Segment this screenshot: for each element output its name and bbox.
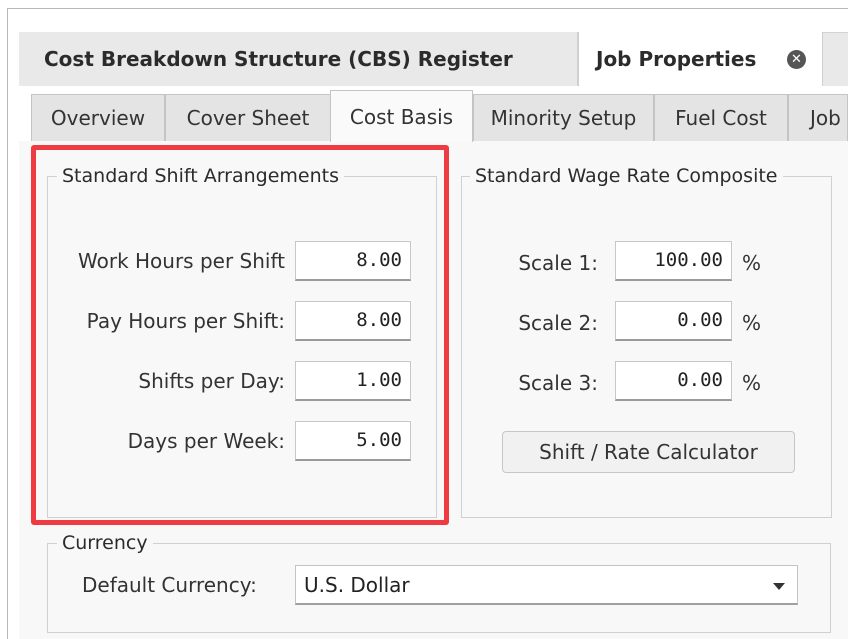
tab-fuel-cost[interactable]: Fuel Cost bbox=[654, 94, 788, 141]
default-currency-select[interactable]: U.S. Dollar bbox=[295, 565, 798, 605]
cost-basis-panel: Standard Shift Arrangements Work Hours p… bbox=[19, 141, 848, 639]
doc-tab-label: Cost Breakdown Structure (CBS) Register bbox=[44, 47, 513, 71]
shift-rate-calculator-button[interactable]: Shift / Rate Calculator bbox=[502, 431, 795, 473]
tab-minority-setup[interactable]: Minority Setup bbox=[473, 94, 654, 141]
tab-cost-basis[interactable]: Cost Basis bbox=[330, 90, 473, 142]
scale-3-input[interactable]: 0.00 bbox=[615, 361, 732, 401]
scale-3-unit: % bbox=[742, 371, 762, 395]
scale-2-label: Scale 2: bbox=[518, 311, 598, 335]
tab-job[interactable]: Job bbox=[788, 94, 848, 141]
doc-tab-job-properties[interactable]: Job Properties ✕ bbox=[578, 32, 823, 86]
group-title: Standard Shift Arrangements bbox=[57, 163, 345, 189]
doc-tab-label: Job Properties bbox=[596, 47, 757, 71]
tab-cover-sheet[interactable]: Cover Sheet bbox=[165, 94, 331, 141]
group-title: Currency bbox=[57, 530, 153, 556]
default-currency-label: Default Currency: bbox=[82, 573, 257, 597]
scale-3-label: Scale 3: bbox=[518, 371, 598, 395]
scale-1-unit: % bbox=[742, 251, 762, 275]
shifts-per-day-input[interactable]: 1.00 bbox=[295, 361, 411, 401]
close-icon[interactable]: ✕ bbox=[787, 50, 806, 69]
days-per-week-label: Days per Week: bbox=[127, 429, 285, 453]
pay-hours-input[interactable]: 8.00 bbox=[295, 301, 411, 341]
group-title: Standard Wage Rate Composite bbox=[470, 163, 783, 189]
scale-1-input[interactable]: 100.00 bbox=[615, 241, 732, 281]
shift-arrangements-group: Standard Shift Arrangements bbox=[47, 163, 437, 518]
pay-hours-label: Pay Hours per Shift: bbox=[86, 309, 285, 333]
scale-1-label: Scale 1: bbox=[518, 251, 598, 275]
days-per-week-input[interactable]: 5.00 bbox=[295, 421, 411, 461]
work-hours-label: Work Hours per Shift bbox=[78, 249, 285, 273]
scale-2-input[interactable]: 0.00 bbox=[615, 301, 732, 341]
chevron-down-icon[interactable] bbox=[773, 583, 785, 590]
doc-tab-cbs-register[interactable]: Cost Breakdown Structure (CBS) Register bbox=[19, 32, 578, 86]
work-hours-input[interactable]: 8.00 bbox=[295, 241, 411, 281]
tab-overview[interactable]: Overview bbox=[31, 94, 165, 141]
selected-currency: U.S. Dollar bbox=[304, 573, 410, 597]
shifts-per-day-label: Shifts per Day: bbox=[138, 369, 285, 393]
scale-2-unit: % bbox=[742, 311, 762, 335]
